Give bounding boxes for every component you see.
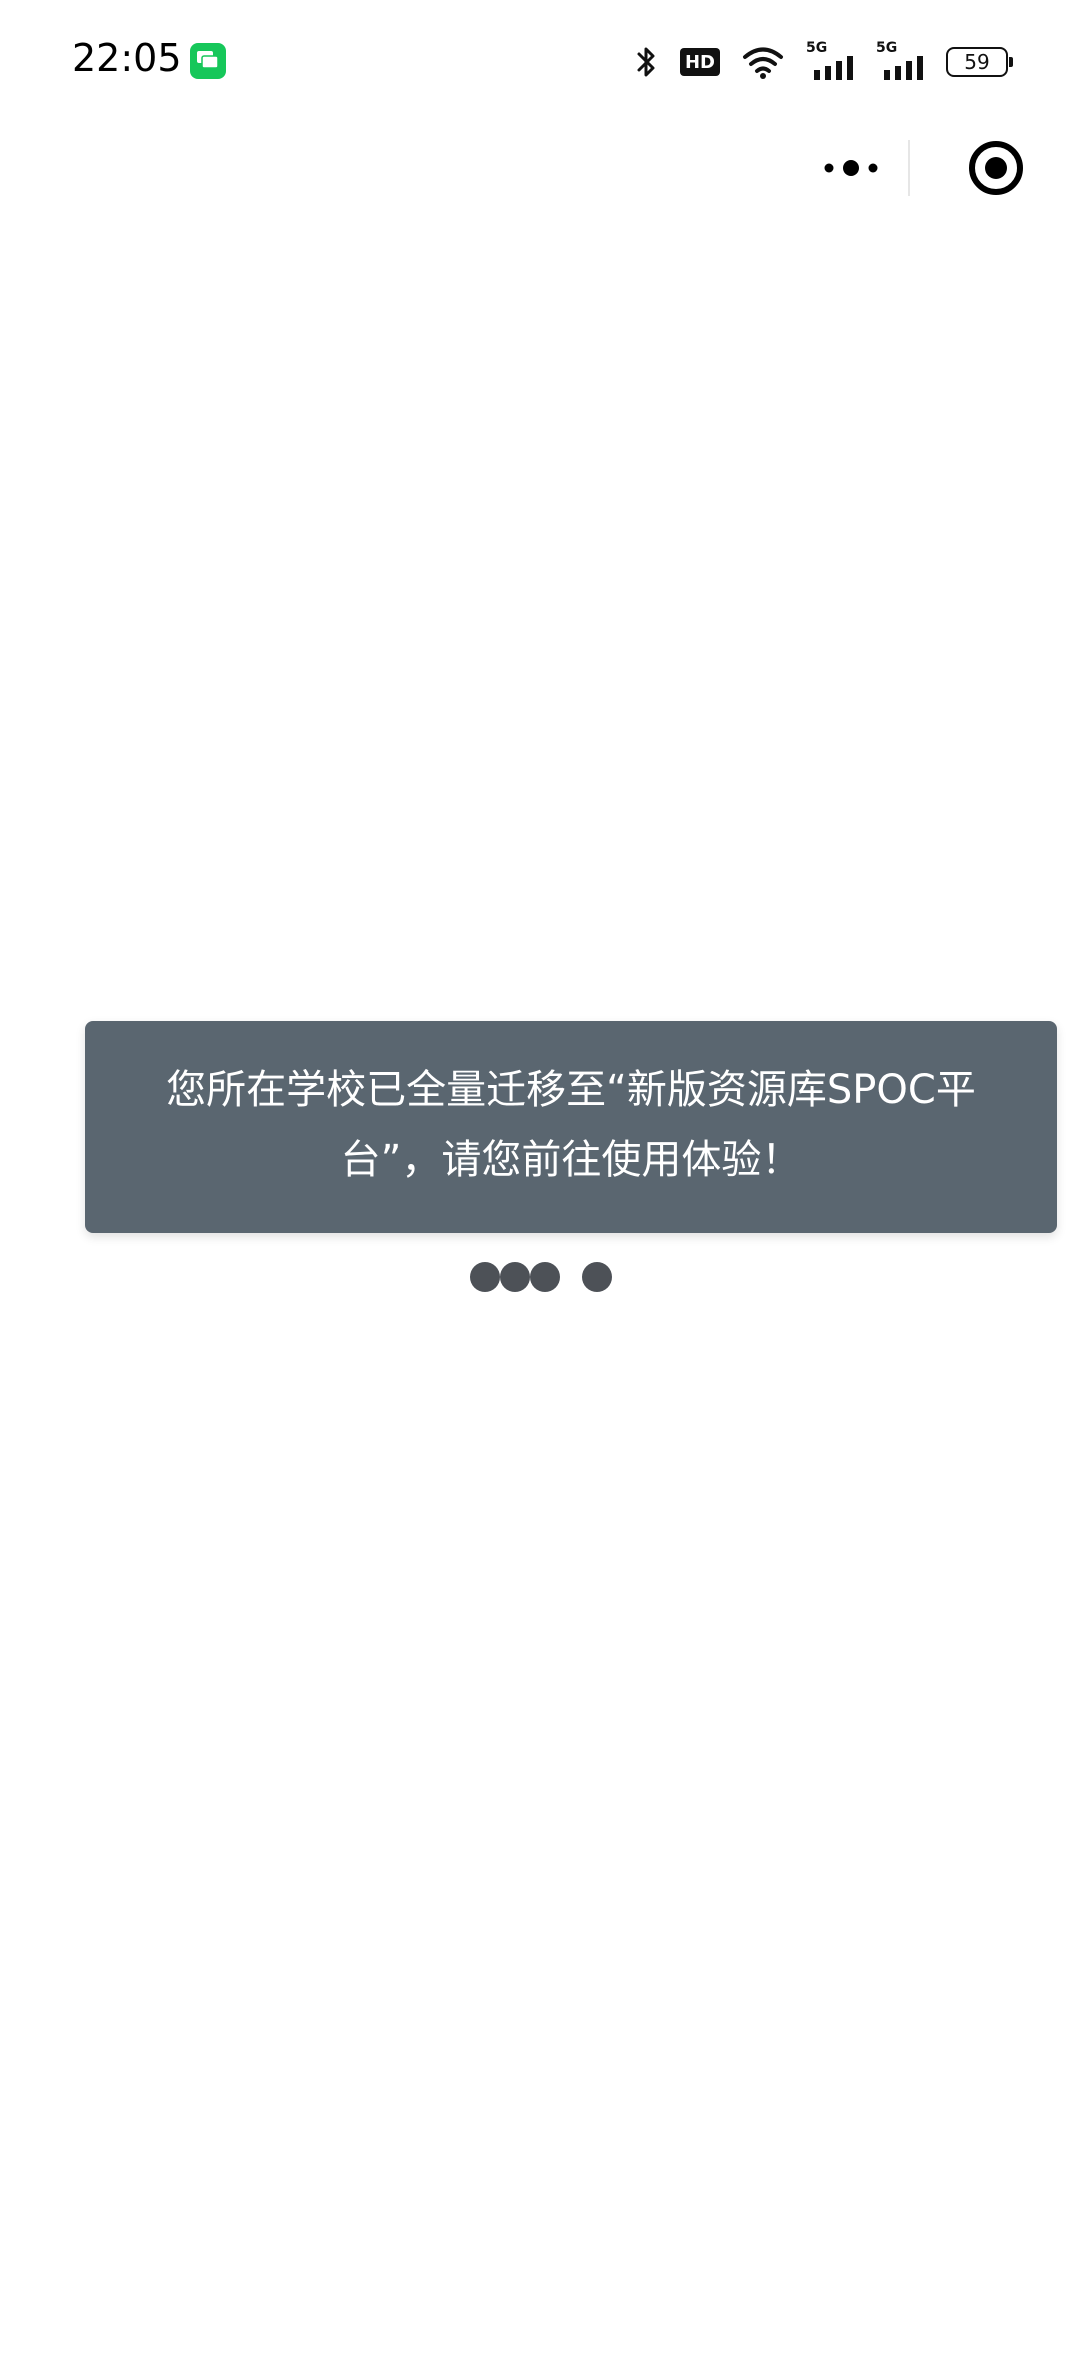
signal-sim2-label: 5G xyxy=(876,40,898,56)
wifi-icon xyxy=(742,44,784,80)
target-close-icon xyxy=(968,141,1023,195)
loading-dot xyxy=(530,1262,560,1292)
screen: 22:05 HD 5G 5G 59 您所在学校已全量迁移至“新版资源库SPOC平… xyxy=(0,0,1080,2370)
more-button[interactable] xyxy=(794,132,908,204)
status-bar: 22:05 HD 5G 5G 59 xyxy=(0,0,1080,120)
loading-dot xyxy=(500,1262,530,1292)
hd-voice-icon: HD xyxy=(680,48,720,76)
loading-dot xyxy=(582,1262,612,1292)
signal-sim2-icon: 5G xyxy=(876,40,924,80)
loading-indicator xyxy=(470,1262,620,1292)
battery-level: 59 xyxy=(964,50,990,74)
signal-sim1-icon: 5G xyxy=(806,40,854,80)
status-time: 22:05 xyxy=(72,36,182,80)
toast-message: 您所在学校已全量迁移至“新版资源库SPOC平台”，请您前往使用体验！ xyxy=(85,1021,1057,1233)
bluetooth-icon xyxy=(636,44,658,80)
loading-dot xyxy=(470,1262,500,1292)
capsule-menu xyxy=(794,132,1024,204)
message-notification-icon xyxy=(190,43,226,79)
signal-sim1-label: 5G xyxy=(806,40,828,56)
toast-text: 您所在学校已全量迁移至“新版资源库SPOC平台”，请您前往使用体验！ xyxy=(166,1067,976,1183)
more-icon xyxy=(824,160,878,176)
status-icons: HD 5G 5G 59 xyxy=(636,40,1013,84)
battery-icon: 59 xyxy=(946,47,1013,77)
close-miniprogram-button[interactable] xyxy=(910,132,1024,204)
